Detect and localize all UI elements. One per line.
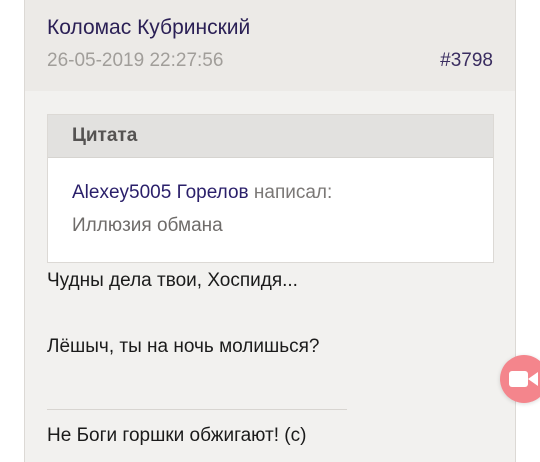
post-signature: Не Боги горшки обжигают! (с) xyxy=(47,425,307,446)
quote-header: Цитата xyxy=(48,115,493,158)
forum-post: Коломас Кубринский 26-05-2019 22:27:56 #… xyxy=(24,0,516,462)
post-text-line: Чудны дела твои, Хоспидя... xyxy=(47,270,298,291)
post-header: Коломас Кубринский 26-05-2019 22:27:56 #… xyxy=(25,0,515,91)
video-call-button[interactable] xyxy=(500,355,540,403)
quote-text: Иллюзия обмана xyxy=(72,215,223,236)
quote-block: Цитата Alexey5005 Горелов написал: Иллюз… xyxy=(47,114,494,263)
post-author-link[interactable]: Коломас Кубринский xyxy=(47,16,250,40)
post-number-link[interactable]: #3798 xyxy=(440,50,493,72)
post-text-line: Лёшыч, ты на ночь молишься? xyxy=(47,336,320,357)
quote-wrote-label: написал: xyxy=(253,182,333,203)
post-date: 26-05-2019 22:27:56 xyxy=(47,50,224,71)
signature-divider xyxy=(47,409,347,410)
quote-attribution: Alexey5005 Горелов написал: xyxy=(72,182,332,204)
quote-author-link[interactable]: Alexey5005 Горелов xyxy=(72,182,249,203)
video-camera-icon xyxy=(509,371,538,387)
quote-title: Цитата xyxy=(72,125,138,146)
